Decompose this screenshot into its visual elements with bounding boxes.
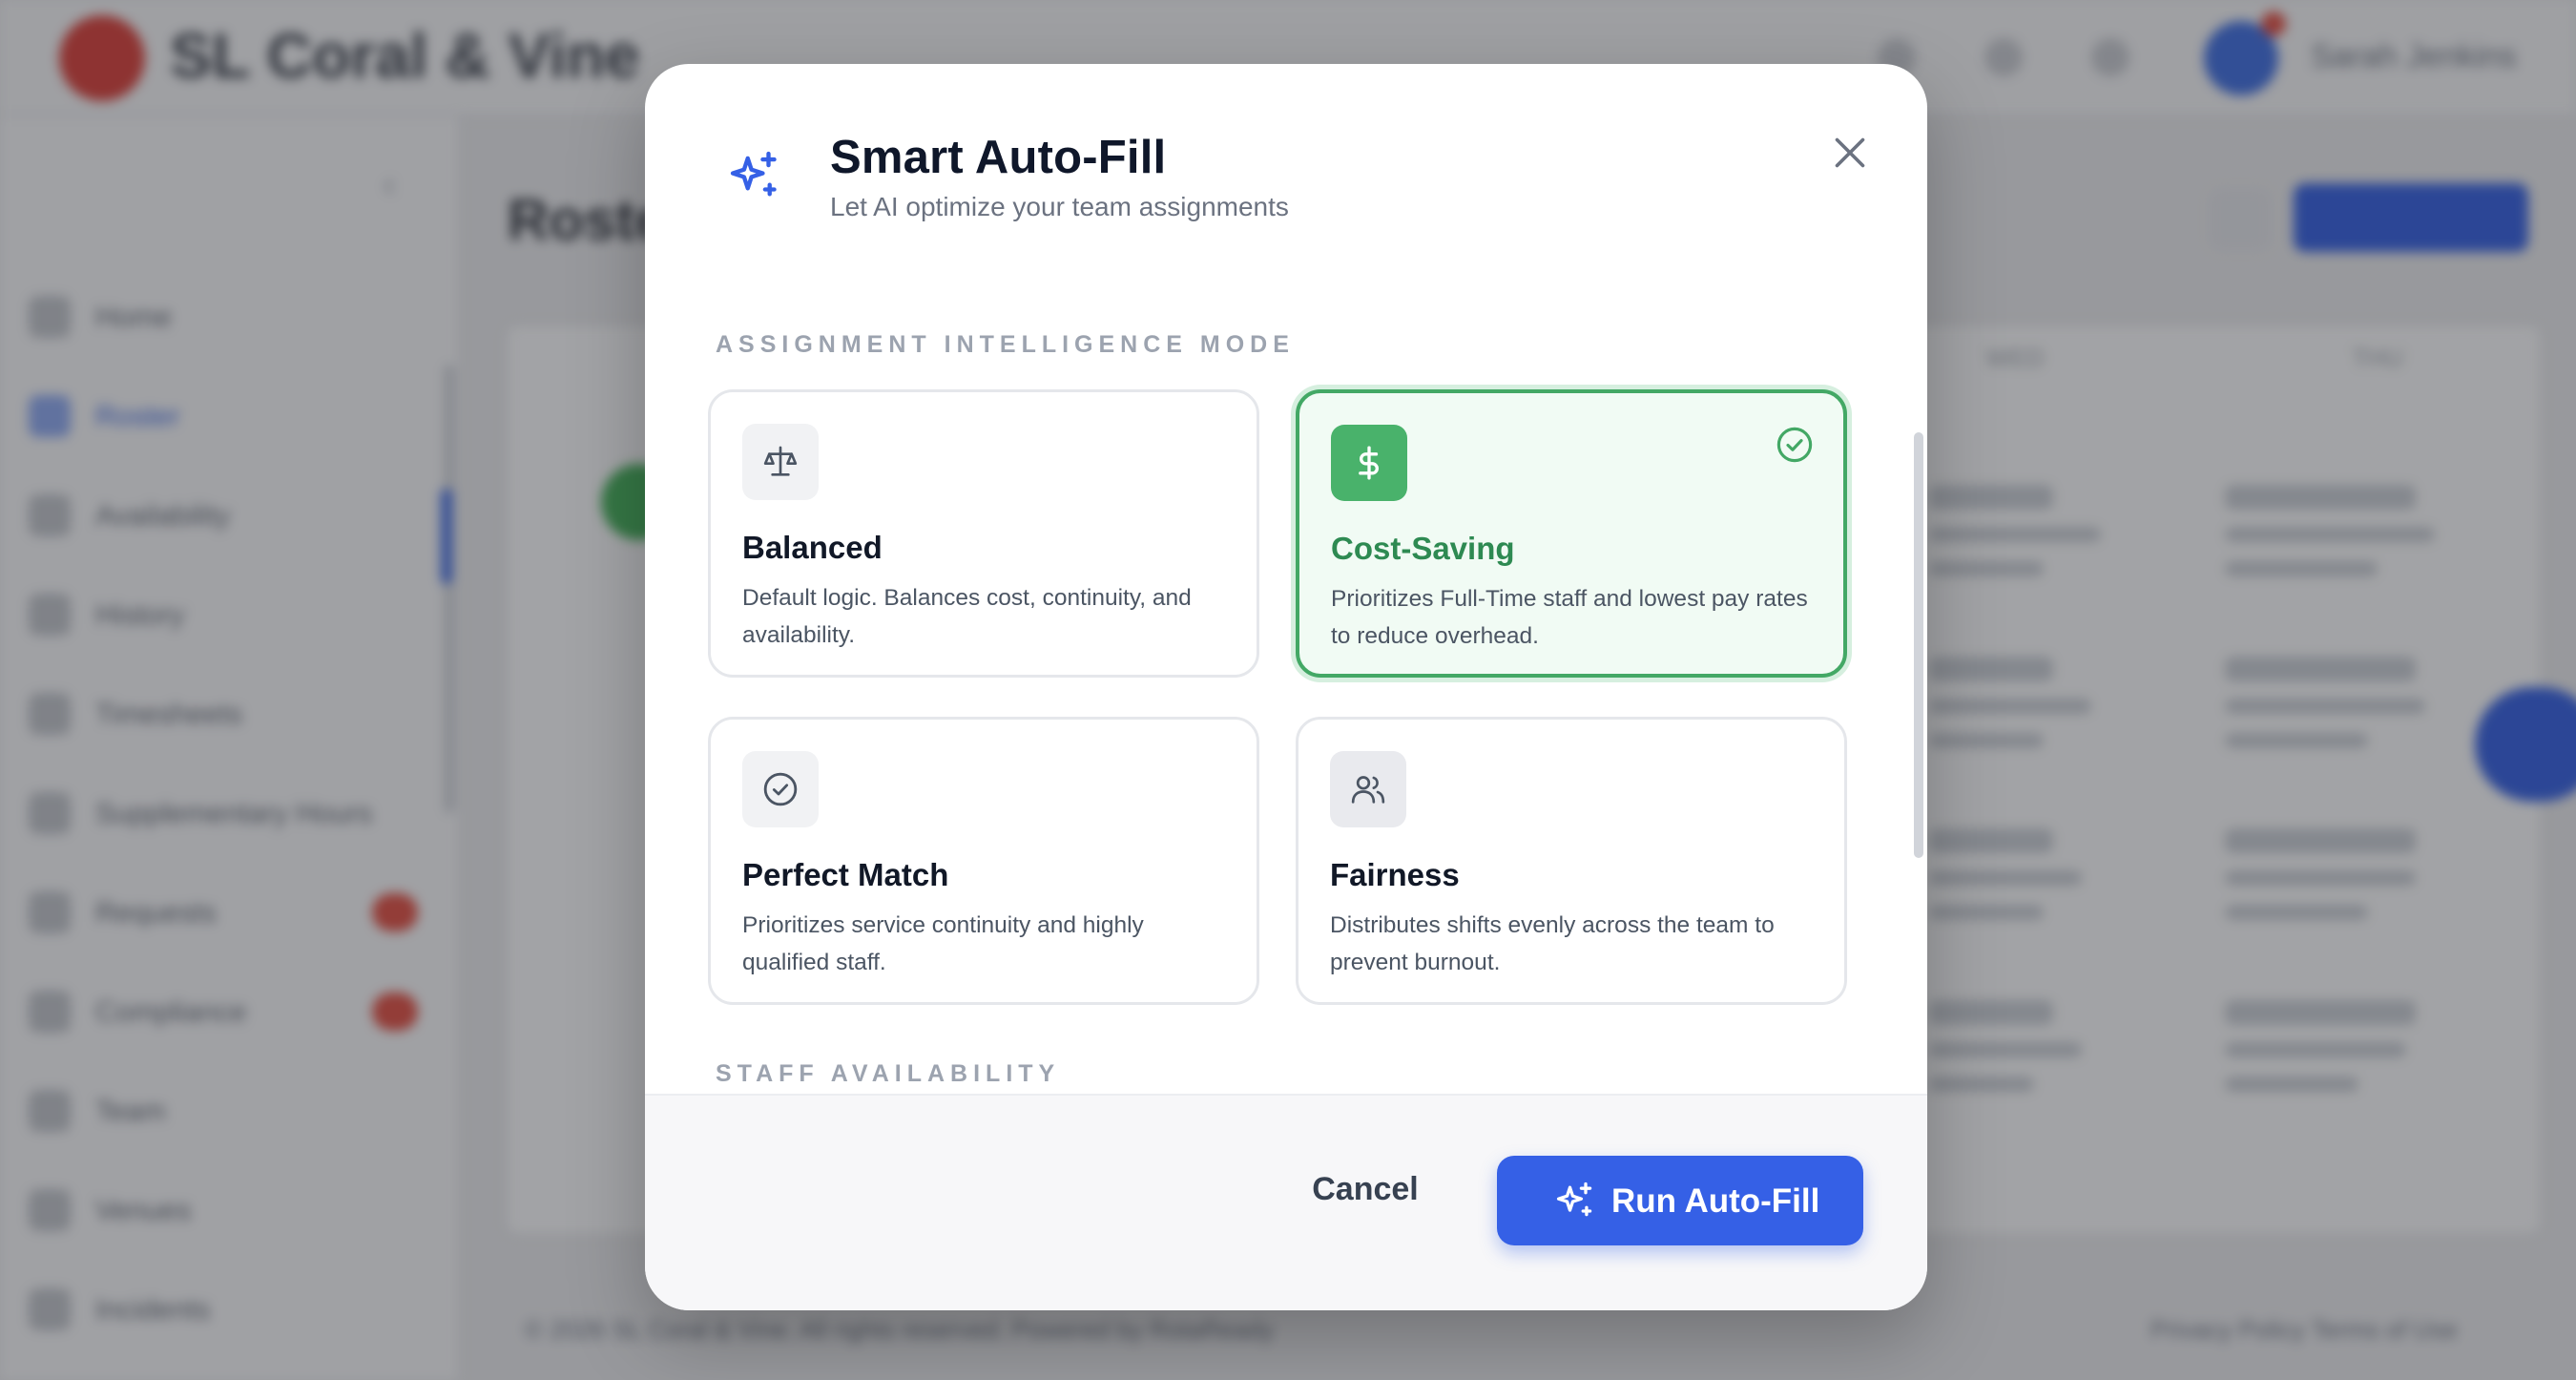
dollar-icon <box>1359 446 1379 480</box>
check-circle-icon <box>763 772 798 806</box>
mode-card-fairness[interactable]: Fairness Distributes shifts evenly acros… <box>1296 717 1847 1005</box>
mode-card-perfect-match[interactable]: Perfect Match Prioritizes service contin… <box>708 717 1259 1005</box>
mode-title: Fairness <box>1330 857 1460 892</box>
dialog-subtitle: Let AI optimize your team assignments <box>830 192 1289 221</box>
smart-auto-fill-dialog: Smart Auto-Fill Let AI optimize your tea… <box>645 64 1927 1310</box>
mode-card-cost-saving[interactable]: Cost-Saving Prioritizes Full-Time staff … <box>1296 389 1847 678</box>
selected-check-icon <box>1776 427 1813 463</box>
dialog-scrollbar[interactable] <box>1914 432 1923 858</box>
mode-title: Perfect Match <box>742 857 949 892</box>
mode-description: Prioritizes service continuity and highl… <box>742 912 1144 975</box>
mode-description: Distributes shifts evenly across the tea… <box>1330 912 1775 975</box>
mode-description: Default logic. Balances cost, continuity… <box>742 585 1192 648</box>
section-label-staff: STAFF AVAILABILITY <box>716 1060 1061 1087</box>
sparkle-icon <box>730 151 777 197</box>
scale-icon <box>763 446 798 476</box>
mode-title: Balanced <box>742 530 883 565</box>
run-auto-fill-button[interactable]: Run Auto-Fill <box>1497 1156 1863 1245</box>
close-icon[interactable] <box>1824 127 1876 178</box>
dialog-title: Smart Auto-Fill <box>830 132 1167 183</box>
run-auto-fill-label: Run Auto-Fill <box>1611 1182 1820 1220</box>
mode-description: Prioritizes Full-Time staff and lowest p… <box>1331 586 1808 649</box>
section-label-mode: ASSIGNMENT INTELLIGENCE MODE <box>716 331 1295 358</box>
cancel-button[interactable]: Cancel <box>1294 1160 1437 1217</box>
mode-card-balanced[interactable]: Balanced Default logic. Balances cost, c… <box>708 389 1259 678</box>
mode-title: Cost-Saving <box>1331 531 1515 566</box>
sparkle-icon <box>1556 1181 1592 1217</box>
users-icon <box>1351 776 1385 804</box>
